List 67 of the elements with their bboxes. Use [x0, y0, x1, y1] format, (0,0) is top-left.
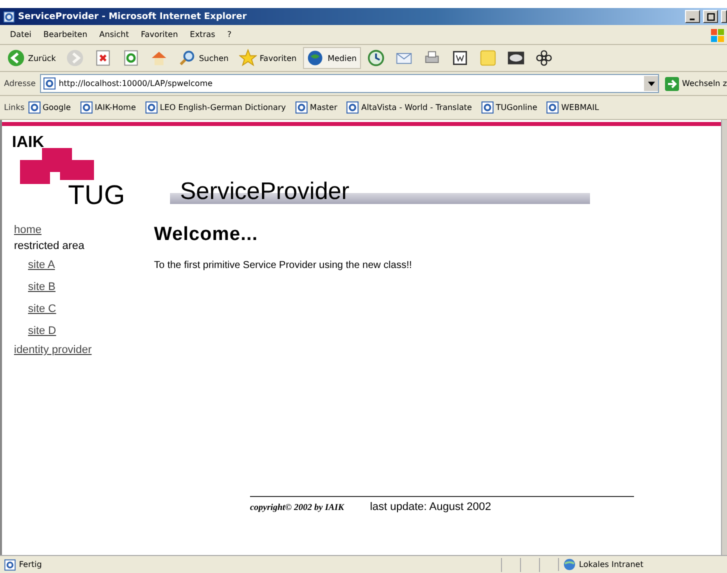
- menu-item[interactable]: Favoriten: [134, 30, 184, 39]
- search-button[interactable]: Suchen: [174, 47, 233, 69]
- menu-item[interactable]: Bearbeiten: [37, 30, 94, 39]
- link-button[interactable]: WEBMAIL: [546, 101, 599, 114]
- menu-item[interactable]: ?: [221, 30, 238, 39]
- page-icon: [4, 558, 16, 570]
- link-button[interactable]: LEO English-German Dictionary: [144, 101, 286, 114]
- link-button[interactable]: Google: [28, 101, 71, 114]
- dropdown-button[interactable]: [644, 76, 658, 91]
- nav-link[interactable]: site B: [28, 276, 154, 298]
- nav-link[interactable]: site D: [28, 320, 154, 342]
- nav-link[interactable]: site C: [28, 298, 154, 320]
- star-icon: [238, 49, 257, 67]
- page-icon: [346, 101, 360, 114]
- page-icon: [546, 101, 560, 114]
- welcome-text: To the first primitive Service Provider using the new class!!: [154, 260, 413, 271]
- globe-icon: [563, 558, 576, 571]
- link-button[interactable]: AltaVista - World - Translate: [346, 101, 472, 114]
- minimize-button[interactable]: [685, 10, 700, 23]
- maximize-button[interactable]: [703, 10, 718, 23]
- globe-icon: [306, 49, 325, 67]
- close-button[interactable]: [721, 10, 727, 23]
- stop-icon: [94, 49, 112, 67]
- zone-text: Lokales Intranet: [558, 558, 727, 571]
- media-button[interactable]: Medien: [302, 47, 361, 69]
- browser-icon: [3, 10, 15, 22]
- status-text: Fertig: [0, 558, 46, 570]
- favorites-button[interactable]: Favoriten: [234, 47, 301, 69]
- link-button[interactable]: TUGonline: [480, 101, 538, 114]
- arrow-icon: [665, 76, 680, 90]
- link-button[interactable]: Master: [294, 101, 338, 114]
- maximize-icon: [706, 12, 714, 20]
- note-icon: [478, 49, 497, 67]
- go-button[interactable]: Wechseln z: [663, 76, 727, 90]
- back-button[interactable]: Zurück: [3, 47, 60, 69]
- link-button[interactable]: IAIK-Home: [80, 101, 136, 114]
- page-icon: [144, 101, 158, 114]
- home-icon: [150, 49, 168, 67]
- last-update-text: last update: August 2002: [370, 501, 492, 513]
- banner-title: ServiceProvider: [170, 180, 590, 204]
- nav-heading: restricted area: [14, 239, 86, 254]
- links-label: Links: [4, 103, 25, 112]
- flower-icon: [534, 49, 553, 67]
- nav-link[interactable]: identity provider: [14, 342, 154, 358]
- clock-icon: [366, 49, 385, 67]
- page-icon: [294, 101, 308, 114]
- menu-item[interactable]: Ansicht: [93, 30, 135, 39]
- document-icon: [450, 49, 469, 67]
- caret-icon: [648, 80, 655, 87]
- copyright-text: copyright© 2002 by IAIK: [250, 502, 344, 512]
- nav-link[interactable]: home: [14, 222, 154, 238]
- menu-item[interactable]: Extras: [184, 30, 222, 39]
- page-icon: [80, 101, 93, 114]
- nav-link[interactable]: site A: [28, 254, 154, 276]
- windows-logo-icon: [709, 26, 725, 42]
- refresh-icon: [122, 49, 140, 67]
- logo-drawing: IAIK TUG: [11, 133, 126, 212]
- menu-item[interactable]: Datei: [4, 30, 38, 39]
- page-icon: [42, 77, 56, 90]
- eye-icon: [506, 49, 525, 67]
- address-label: Adresse: [4, 79, 36, 88]
- page-icon: [28, 101, 41, 114]
- window-title: ServiceProvider - Microsoft Internet Explorer: [18, 12, 247, 22]
- page-heading: Welcome...: [154, 224, 259, 246]
- address-field[interactable]: http://localhost:10000/LAP/spwelcome: [40, 74, 660, 93]
- search-icon: [178, 49, 196, 67]
- page-icon: [480, 101, 494, 114]
